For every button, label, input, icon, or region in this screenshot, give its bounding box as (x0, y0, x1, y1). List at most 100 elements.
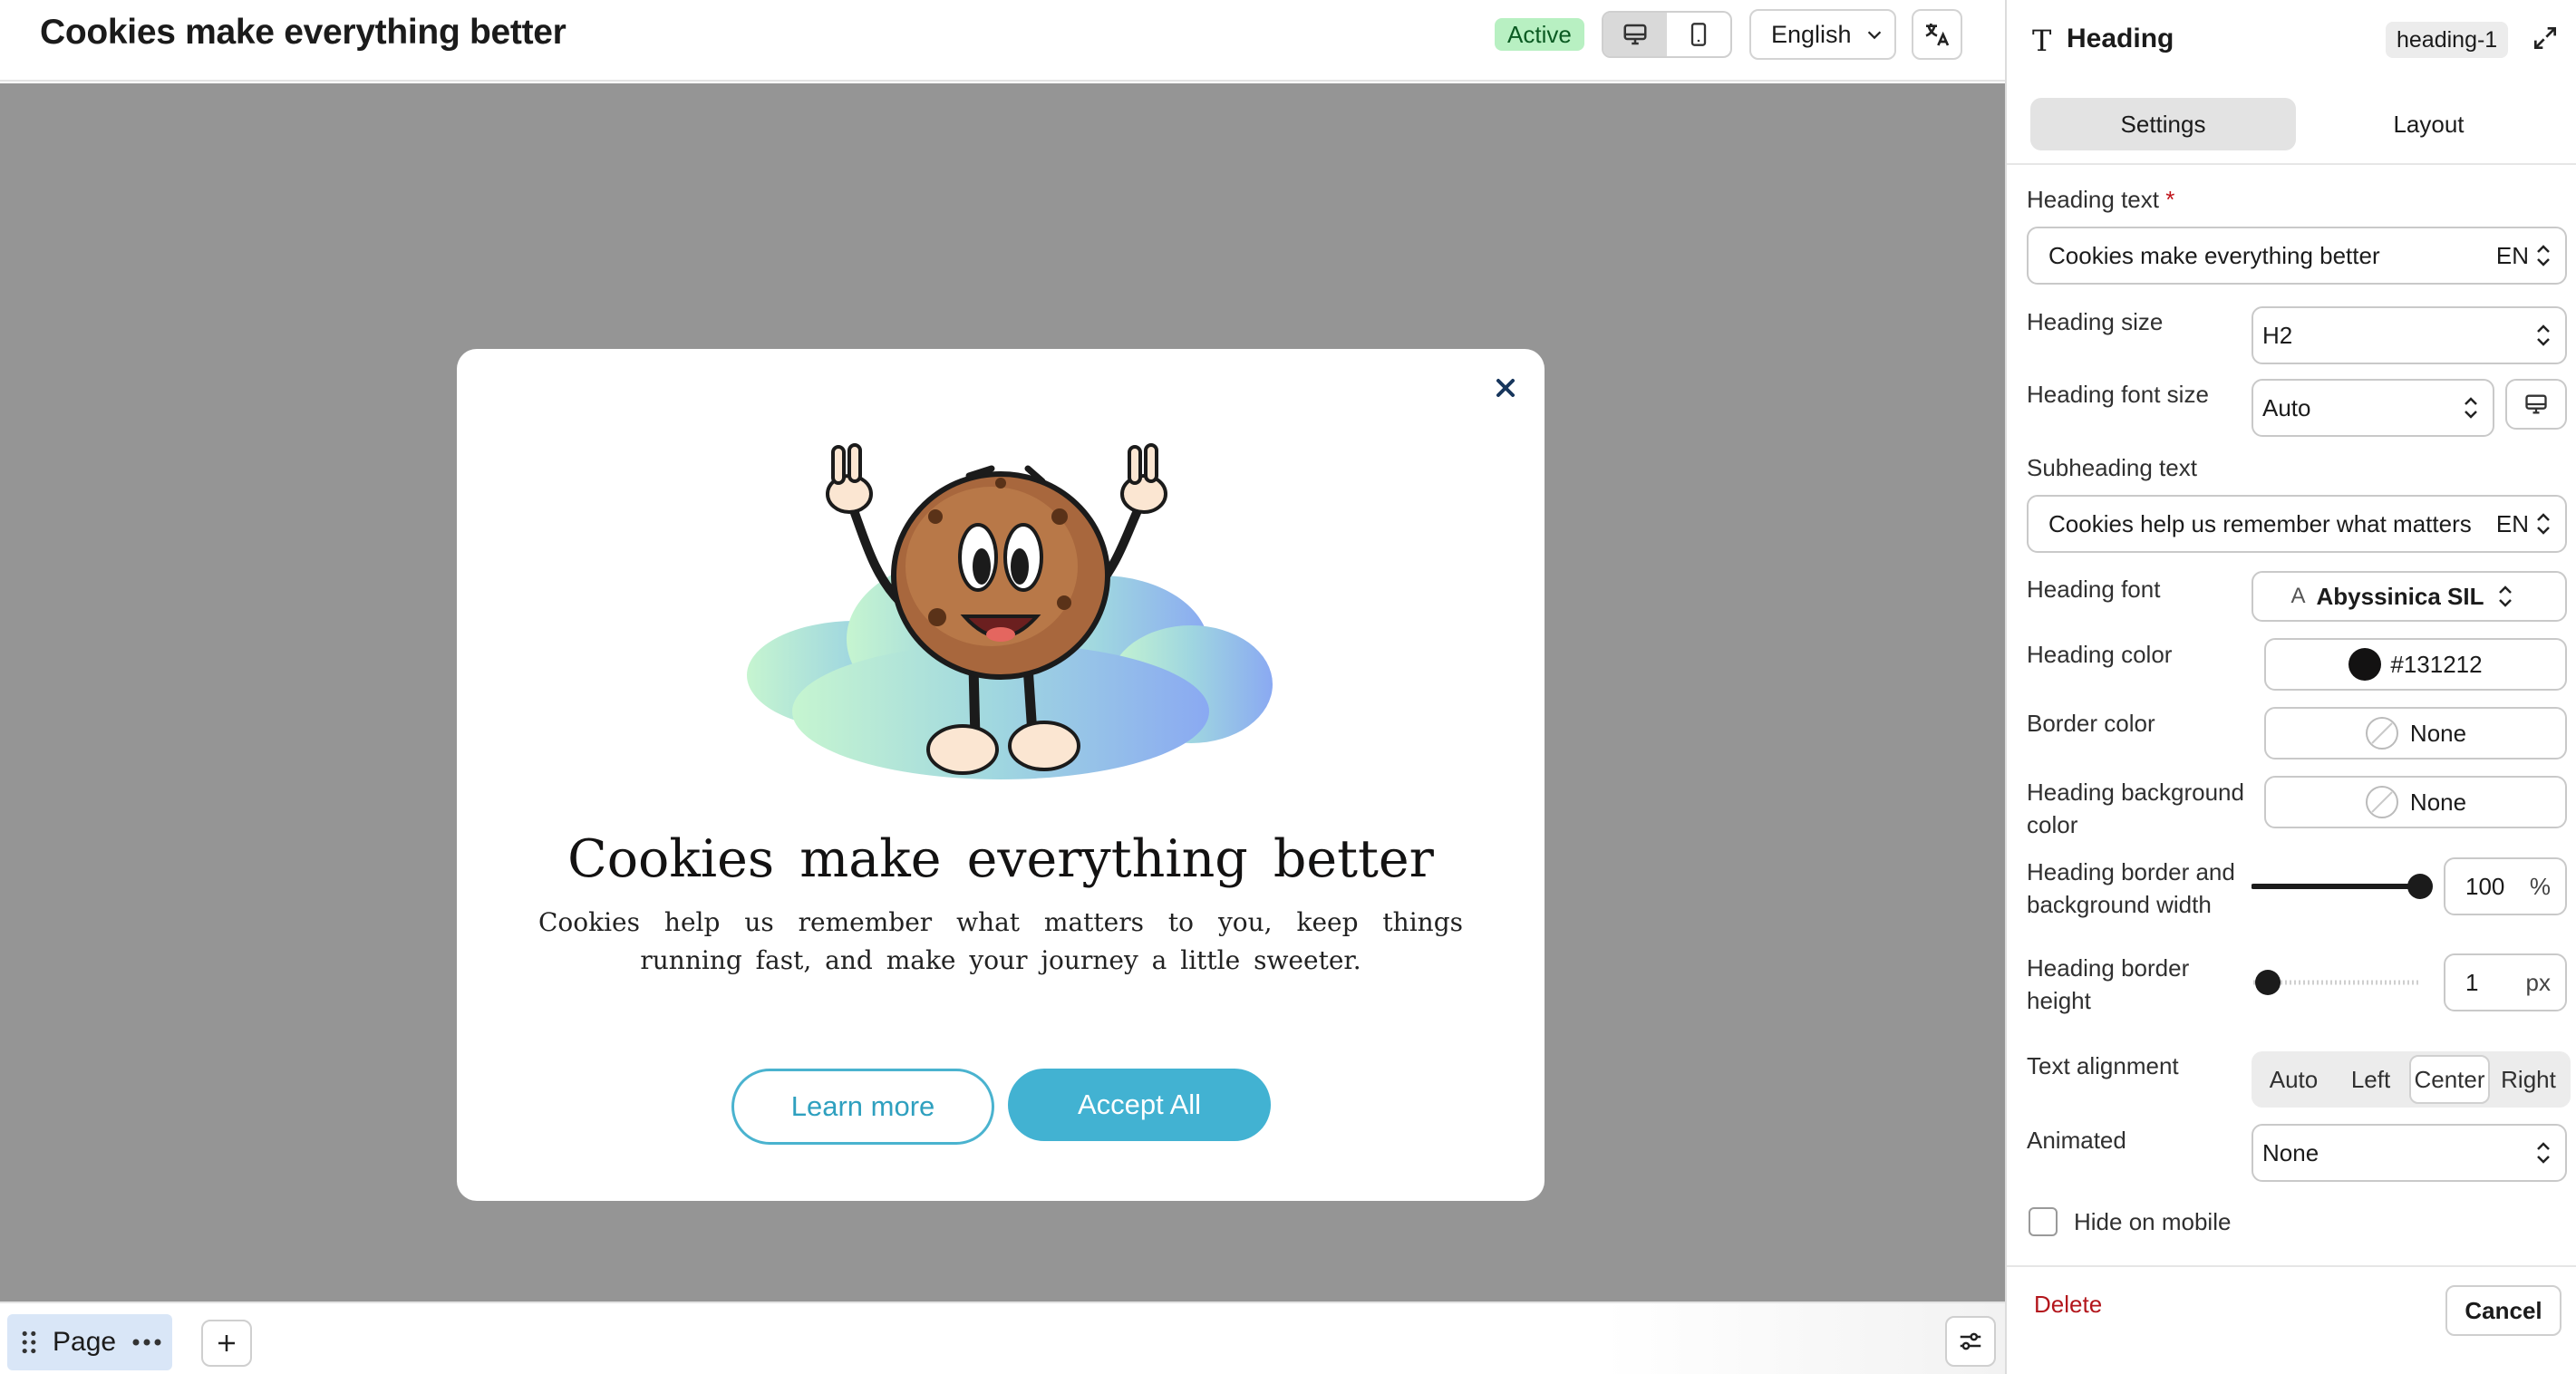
desktop-view-button[interactable] (1603, 13, 1667, 56)
updown-icon (2537, 1142, 2550, 1164)
no-color-icon (2365, 786, 2398, 818)
language-label: English (1771, 20, 1852, 48)
align-center-option[interactable]: Center (2409, 1055, 2490, 1104)
heading-size-label: Heading size (2027, 308, 2164, 335)
translate-button[interactable] (1912, 9, 1962, 60)
panel-tabs: Settings Layout (2030, 98, 2561, 150)
translate-icon (1925, 24, 1950, 46)
cancel-button[interactable]: Cancel (2445, 1285, 2561, 1336)
heading-size-select[interactable]: H2 (2252, 306, 2567, 364)
align-left-option[interactable]: Left (2332, 1055, 2409, 1104)
text-alignment-label: Text alignment (2027, 1052, 2179, 1079)
panel-title: Heading (2067, 24, 2174, 53)
heading-background-color-label: Heading background color (2027, 779, 2244, 838)
subheading-text-value: Cookies help us remember what matters to… (2048, 509, 2478, 537)
language-select[interactable]: English (1749, 9, 1896, 60)
heading-color-label: Heading color (2027, 641, 2173, 668)
updown-icon (2537, 324, 2550, 346)
accept-all-button[interactable]: Accept All (1008, 1069, 1271, 1141)
hide-on-mobile-checkbox[interactable] (2029, 1207, 2058, 1236)
learn-more-button[interactable]: Learn more (731, 1069, 994, 1145)
device-toggle (1602, 11, 1732, 58)
border-height-label: Heading border height (2027, 954, 2190, 1014)
align-right-option[interactable]: Right (2490, 1055, 2567, 1104)
chevron-down-icon (1867, 31, 1881, 40)
modal-close-button[interactable] (1490, 373, 1521, 403)
heading-size-value: H2 (2262, 321, 2293, 349)
settings-tune-button[interactable] (1945, 1316, 1996, 1367)
heading-font-size-select[interactable]: Auto (2252, 379, 2494, 437)
animated-label: Animated (2027, 1127, 2126, 1154)
desktop-icon (2525, 394, 2547, 414)
add-section-button[interactable] (201, 1320, 252, 1367)
percent-unit: % (2529, 872, 2551, 900)
heading-font-value: Abyssinica SIL (2316, 582, 2484, 610)
more-options-icon[interactable] (132, 1338, 161, 1347)
panel-header: T Heading heading-1 (2007, 0, 2576, 82)
desktop-icon (1623, 24, 1647, 45)
subheading-text-lang[interactable]: EN (2496, 510, 2529, 538)
modal-subheading: Cookies help us remember what matters to… (538, 907, 1463, 975)
updown-icon (2499, 585, 2513, 607)
page-title: Cookies make everything better (40, 13, 567, 52)
heading-color-value: #131212 (2390, 650, 2483, 678)
heading-font-size-label: Heading font size (2027, 381, 2209, 408)
drag-handle-icon (22, 1330, 36, 1354)
cookie-modal: Cookies make everything better Cookies h… (457, 349, 1545, 1201)
updown-icon (2465, 397, 2477, 419)
heading-background-color-value: None (2409, 788, 2467, 816)
tab-settings[interactable]: Settings (2030, 98, 2296, 150)
tab-layout[interactable]: Layout (2296, 98, 2561, 150)
hide-on-mobile-label: Hide on mobile (2074, 1208, 2232, 1235)
mobile-view-button[interactable] (1667, 13, 1730, 56)
heading-text-label: Heading text * (2027, 186, 2175, 213)
heading-font-size-value: Auto (2262, 393, 2311, 421)
border-color-picker[interactable]: None (2264, 707, 2567, 760)
heading-text-value: Cookies make everything better (2048, 241, 2380, 269)
no-color-icon (2365, 717, 2398, 750)
status-badge: Active (1495, 18, 1584, 51)
heading-text-input[interactable]: Cookies make everything better EN (2027, 227, 2567, 285)
heading-font-select[interactable]: A Abyssinica SIL (2252, 571, 2567, 622)
delete-button[interactable]: Delete (2034, 1291, 2102, 1319)
border-bg-width-slider[interactable] (2252, 868, 2433, 905)
font-a-icon: A (2290, 584, 2306, 608)
close-icon (1496, 379, 1515, 397)
element-id-badge: heading-1 (2386, 22, 2509, 58)
animated-select[interactable]: None (2252, 1124, 2567, 1182)
font-size-device-button[interactable] (2505, 379, 2567, 430)
expand-icon[interactable] (2531, 24, 2560, 53)
mobile-icon (1690, 23, 1707, 46)
editor-canvas: Cookies make everything better Cookies h… (0, 83, 2005, 1301)
text-type-icon: T (2032, 24, 2052, 58)
border-bg-width-value: 100 (2465, 872, 2505, 900)
updown-icon (2537, 245, 2550, 266)
border-bg-width-input[interactable]: 100 % (2444, 857, 2567, 915)
top-bar: Cookies make everything better Active En… (0, 0, 2005, 82)
border-height-input[interactable]: 1 px (2444, 953, 2567, 1011)
properties-panel: T Heading heading-1 Settings Layout Head… (2005, 0, 2576, 1374)
divider (2007, 163, 2576, 165)
plus-icon (218, 1335, 235, 1351)
text-alignment-segmented: Auto Left Center Right (2252, 1051, 2571, 1108)
border-height-slider[interactable] (2252, 964, 2433, 1001)
divider (2007, 1265, 2576, 1267)
color-swatch (2348, 648, 2382, 681)
animated-value: None (2262, 1138, 2319, 1166)
px-unit: px (2525, 968, 2551, 996)
sliders-icon (1960, 1332, 1981, 1350)
align-auto-option[interactable]: Auto (2255, 1055, 2332, 1104)
border-color-label: Border color (2027, 710, 2155, 737)
heading-background-color-picker[interactable]: None (2264, 776, 2567, 828)
bottom-bar: Page (0, 1301, 2005, 1374)
page-label: Page (53, 1327, 117, 1357)
subheading-text-label: Subheading text (2027, 454, 2197, 481)
border-bg-width-label: Heading border and background width (2027, 858, 2235, 918)
heading-font-label: Heading font (2027, 576, 2161, 603)
heading-color-picker[interactable]: #131212 (2264, 638, 2567, 691)
page-layer-chip[interactable]: Page (7, 1314, 172, 1370)
subheading-text-input[interactable]: Cookies help us remember what matters to… (2027, 495, 2567, 553)
border-color-value: None (2409, 719, 2467, 747)
heading-text-lang[interactable]: EN (2496, 242, 2529, 270)
border-height-value: 1 (2465, 968, 2479, 996)
